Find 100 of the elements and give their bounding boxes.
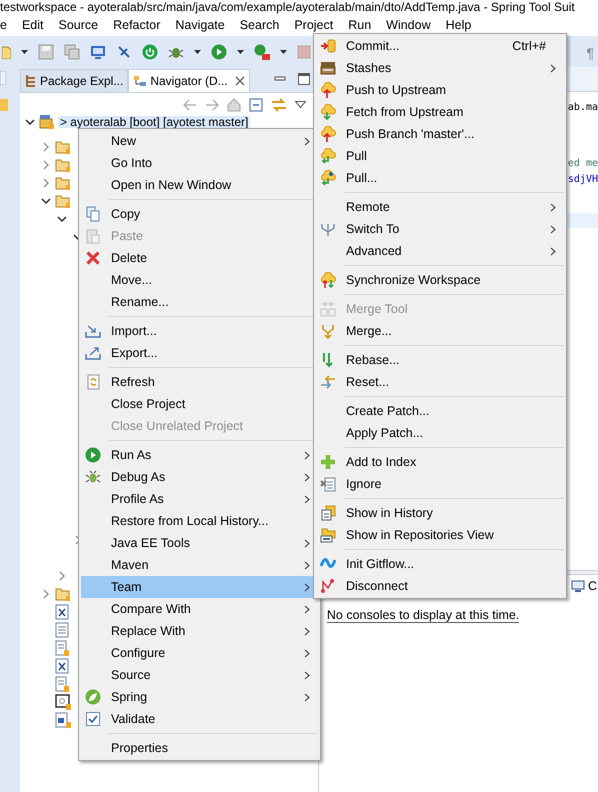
back-arrow-icon[interactable] (182, 98, 197, 110)
menu-item[interactable]: Remote (316, 196, 564, 218)
menu-item[interactable]: Profile As (81, 488, 318, 510)
menu-bar-item[interactable]: Source (58, 16, 98, 35)
cloud-arrow-icon (320, 148, 336, 164)
menu-item[interactable]: Rebase... (316, 349, 564, 371)
chevron-right-icon[interactable] (42, 160, 49, 170)
plus-icon (320, 454, 336, 470)
cloud-arrow-icon (320, 170, 336, 186)
play-icon[interactable] (211, 44, 227, 60)
stop-icon[interactable] (297, 44, 311, 58)
menu-item[interactable]: Synchronize Workspace (316, 269, 564, 291)
power-icon[interactable] (142, 44, 158, 60)
view-menu-icon[interactable] (294, 101, 306, 108)
menu-bar-item[interactable]: Project (294, 16, 334, 35)
menu-item[interactable]: Reset... (316, 371, 564, 393)
view-tab[interactable]: Package Expl... (20, 69, 128, 92)
menu-bar-item[interactable]: Refactor (113, 16, 160, 35)
menu-bar-item[interactable]: Run (348, 16, 372, 35)
menu-item[interactable]: Refresh (81, 371, 318, 393)
menu-item[interactable]: Stashes (316, 57, 564, 79)
dropdown-caret-icon[interactable] (237, 50, 244, 54)
forward-arrow-icon[interactable] (204, 98, 219, 110)
menu-item[interactable]: Export... (81, 342, 318, 364)
new-file-icon[interactable] (2, 44, 11, 58)
menu-item[interactable]: Show in Repositories View (316, 524, 564, 546)
console-tab[interactable]: C (566, 574, 598, 598)
document-icon (54, 676, 69, 692)
menu-item[interactable]: Pull (316, 145, 564, 167)
document-icon (54, 640, 69, 656)
fork-icon (320, 323, 336, 339)
link-arrows-icon[interactable] (270, 98, 287, 112)
menu-item[interactable]: Import... (81, 320, 318, 342)
menu-item[interactable]: Spring (81, 686, 318, 708)
menu-bar-item[interactable]: Navigate (175, 16, 225, 35)
windows-icon (320, 301, 336, 317)
hierarchy-icon (24, 74, 37, 88)
save-all-icon[interactable] (64, 44, 80, 60)
menu-bar-item[interactable]: Help (446, 16, 472, 35)
menu-bar-item[interactable]: e (0, 16, 7, 35)
bug-icon (85, 469, 101, 485)
code-line: ab.ma (568, 101, 598, 115)
chevron-right-icon[interactable] (42, 142, 49, 152)
menu-bar-item[interactable]: Search (240, 16, 280, 35)
chevron-right-icon[interactable] (42, 589, 49, 599)
menu-item[interactable]: Init Gitflow... (316, 553, 564, 575)
menu-item[interactable]: Merge... (316, 320, 564, 342)
tree-item-label[interactable]: > ayoteralab [boot] [ayotest master] (58, 116, 250, 128)
chevron-down-icon[interactable] (40, 198, 51, 204)
chevron-right-icon[interactable] (42, 178, 49, 188)
menu-item[interactable]: Fetch from Upstream (316, 101, 564, 123)
dropdown-caret-icon[interactable] (194, 50, 201, 54)
console-message: No consoles to display at this time. (326, 608, 520, 623)
menu-item[interactable]: Switch To (316, 218, 564, 240)
menu-item[interactable]: Show in History (316, 502, 564, 524)
menu-item[interactable]: Copy (81, 203, 318, 225)
menu-item[interactable]: Maven (81, 554, 318, 576)
menu-item[interactable]: Run As (81, 444, 318, 466)
dropdown-caret-icon[interactable] (280, 50, 287, 54)
home-icon[interactable] (226, 98, 241, 112)
menu-item[interactable]: Replace With (81, 620, 318, 642)
dropdown-caret-icon[interactable] (21, 50, 28, 54)
x-file-icon (54, 604, 69, 620)
menu-item[interactable]: New (81, 130, 318, 152)
chevron-right-icon[interactable] (58, 571, 65, 581)
menu-item[interactable]: Compare With (81, 598, 318, 620)
x-document-icon (320, 476, 336, 492)
menu-item[interactable]: Advanced (316, 240, 564, 262)
menu-bar-item[interactable]: Window (386, 16, 431, 35)
monitor-icon[interactable] (90, 44, 106, 60)
folder-tree-icon (133, 75, 148, 87)
save-icon[interactable] (38, 44, 54, 60)
chevron-down-icon[interactable] (24, 119, 35, 125)
run-toolbox-icon[interactable] (254, 44, 270, 60)
menu-item[interactable]: Apply Patch... (316, 422, 564, 444)
menu-item[interactable]: Java EE Tools (81, 532, 318, 554)
menu-item[interactable]: Push to Upstream (316, 79, 564, 101)
menu-bar-item[interactable]: Edit (22, 16, 44, 35)
menu-item[interactable]: Debug As (81, 466, 318, 488)
menu-item[interactable]: Add to Index (316, 451, 564, 473)
m-file-icon (54, 712, 71, 728)
shortcut-text: Ctrl+# (512, 38, 547, 55)
menu-item[interactable]: Pull... (316, 167, 564, 189)
maximize-icon[interactable] (298, 73, 310, 85)
broken-link-icon (320, 578, 336, 594)
menu-item[interactable]: Disconnect (316, 575, 564, 597)
menu-item[interactable]: Push Branch 'master'... (316, 123, 564, 145)
menu-item[interactable]: Commit... Ctrl+# (316, 35, 564, 57)
menu-item[interactable]: Create Patch... (316, 400, 564, 422)
menu-item[interactable]: Ignore (316, 473, 564, 495)
menu-item[interactable]: Properties (81, 737, 318, 759)
close-icon[interactable] (234, 76, 245, 86)
menu-item[interactable]: Source (81, 664, 318, 686)
menu-item[interactable]: Validate (81, 708, 318, 730)
chevron-down-icon[interactable] (56, 216, 67, 222)
view-tab[interactable]: Navigator (D... (128, 69, 250, 92)
collapse-all-icon[interactable] (248, 98, 263, 112)
menu-item[interactable]: Configure (81, 642, 318, 664)
cloud-up-arrow-icon (320, 126, 336, 142)
menu-item[interactable]: Delete (81, 247, 318, 269)
